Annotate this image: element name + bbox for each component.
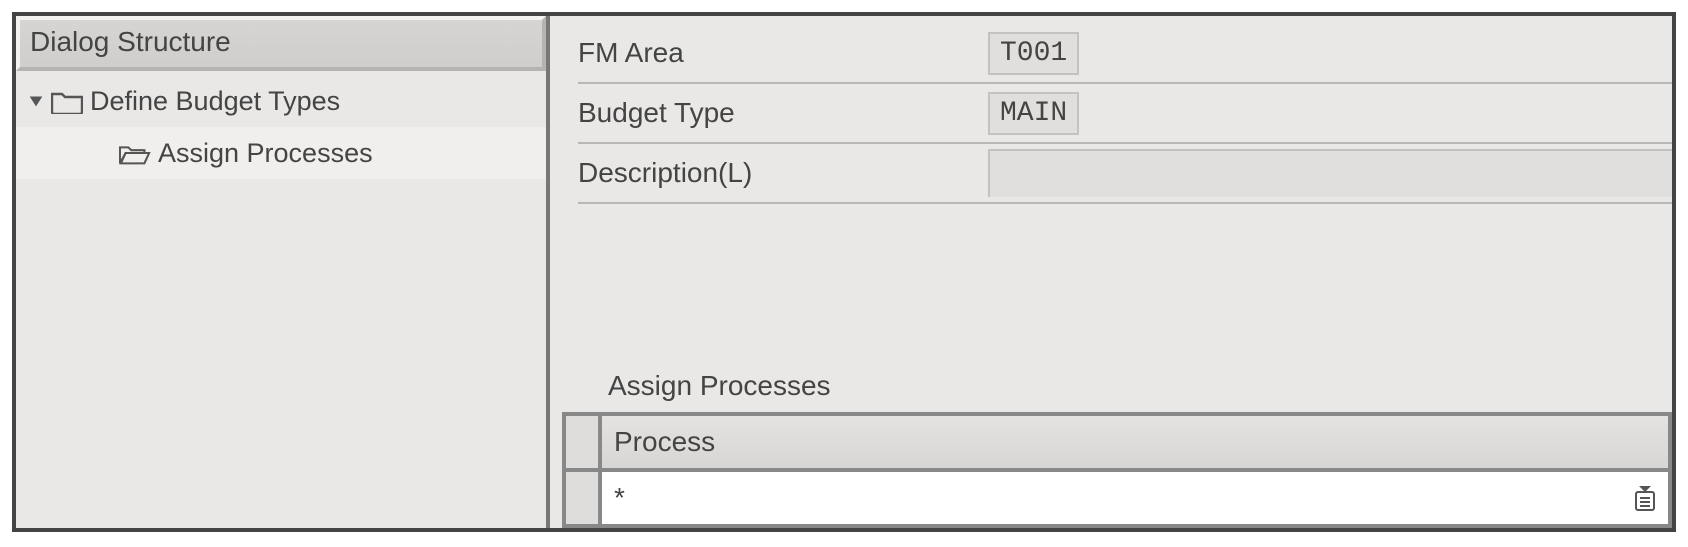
column-header-process[interactable]: Process bbox=[602, 416, 1672, 472]
app-frame: Dialog Structure Define Budget Types bbox=[12, 12, 1676, 532]
value-help-icon[interactable] bbox=[1632, 483, 1658, 513]
tree-node-label: Define Budget Types bbox=[90, 86, 340, 117]
value-fm-area: T001 bbox=[988, 32, 1079, 75]
folder-closed-icon bbox=[50, 84, 84, 118]
value-description[interactable] bbox=[988, 149, 1672, 197]
field-row-description: Description(L) bbox=[578, 144, 1672, 204]
folder-open-icon bbox=[118, 136, 152, 170]
assign-processes-table-section: Assign Processes Process * bbox=[562, 362, 1672, 528]
table-header-row: Process bbox=[562, 416, 1672, 472]
expand-collapse-icon[interactable] bbox=[24, 89, 48, 113]
sidebar-header: Dialog Structure bbox=[16, 16, 546, 71]
cell-process-value: * bbox=[614, 482, 625, 514]
table-grid: Process * bbox=[562, 416, 1672, 528]
table-title: Assign Processes bbox=[562, 362, 1672, 416]
value-budget-type: MAIN bbox=[988, 92, 1079, 135]
label-description: Description(L) bbox=[578, 157, 988, 189]
table-row: * bbox=[562, 472, 1672, 528]
field-row-fm-area: FM Area T001 bbox=[578, 24, 1672, 84]
cell-process[interactable]: * bbox=[602, 472, 1672, 528]
label-budget-type: Budget Type bbox=[578, 97, 988, 129]
tree-node-label: Assign Processes bbox=[158, 138, 373, 169]
field-row-budget-type: Budget Type MAIN bbox=[578, 84, 1672, 144]
row-selector[interactable] bbox=[562, 472, 602, 528]
tree: Define Budget Types Assign Processes bbox=[16, 71, 546, 528]
main-pane: FM Area T001 Budget Type MAIN Descriptio… bbox=[550, 16, 1672, 528]
tree-node-assign-processes[interactable]: Assign Processes bbox=[16, 127, 546, 179]
label-fm-area: FM Area bbox=[578, 37, 988, 69]
row-selector-header[interactable] bbox=[562, 416, 602, 472]
dialog-structure-sidebar: Dialog Structure Define Budget Types bbox=[16, 16, 550, 528]
tree-node-define-budget-types[interactable]: Define Budget Types bbox=[16, 75, 546, 127]
